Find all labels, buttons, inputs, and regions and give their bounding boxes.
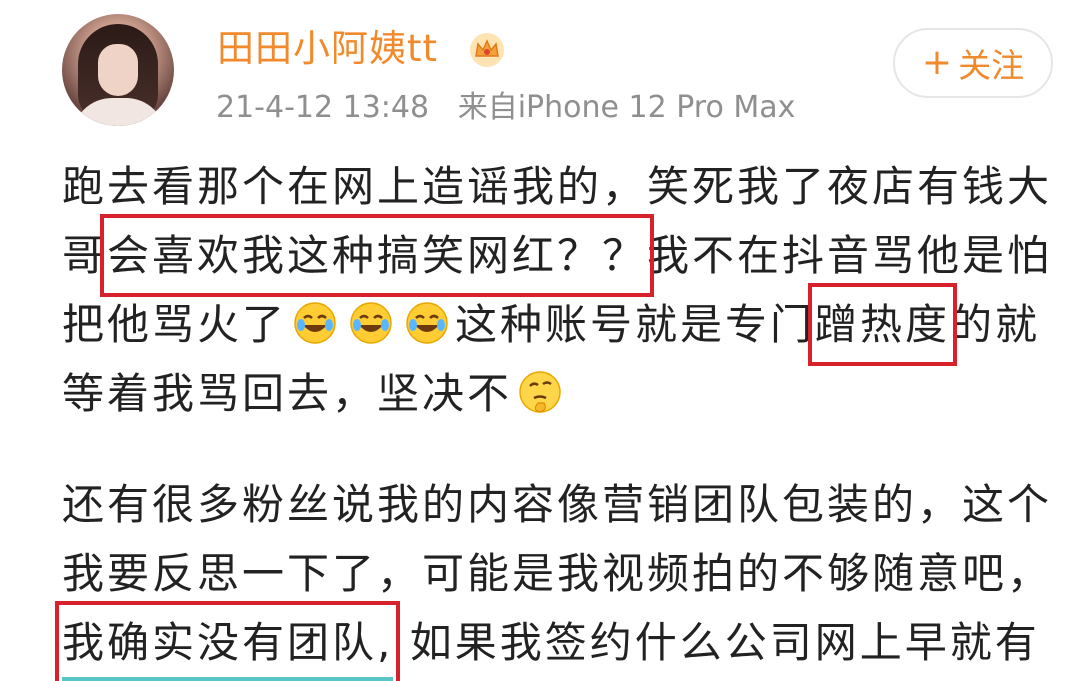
avatar-face [98,44,138,96]
post-meta: 21-4-12 13:48 来自iPhone 12 Pro Max [216,88,795,128]
post-source: 来自iPhone 12 Pro Max [457,90,796,125]
post-paragraph-1: 跑去看那个在网上造谣我的，笑死我了夜店有钱大哥会喜欢我这种搞笑网红？？我不在抖音… [62,152,1062,428]
follow-button[interactable]: + 关注 [893,28,1053,98]
laugh-cry-emoji-icon [294,302,336,344]
highlight-box-1: 会喜欢我这种搞笑网红？？ [100,214,655,297]
laugh-cry-emoji-icon [406,302,448,344]
username[interactable]: 田田小阿姨tt [217,24,438,74]
text-segment: 这种账号就是专门 [455,300,816,349]
post-paragraph-2: 还有很多粉丝说我的内容像营销团队包装的，这个我要反思一下了，可能是我视频拍的不够… [54,470,1062,681]
post-timestamp: 21-4-12 13:48 [216,90,430,125]
text-segment: 如果我签约什么公司网上早就有 [393,618,1040,667]
highlight-box-3: 我确实没有团队, [54,601,401,681]
thinking-emoji-icon [519,371,561,413]
highlight-box-2: 蹭热度 [808,283,958,366]
laugh-cry-emoji-icon [350,302,392,344]
avatar[interactable] [62,14,174,126]
weibo-post: 田田小阿姨tt 21-4-12 13:48 来自iPhone 12 Pro Ma… [0,0,1080,681]
follow-label: 关注 [958,46,1025,85]
crown-icon [470,33,504,67]
plus-icon: + [921,42,953,83]
text-segment: 还有很多粉丝说我的内容像营销团队包装的，这个我要反思一下了，可能是我视频拍的不够… [62,480,1053,598]
